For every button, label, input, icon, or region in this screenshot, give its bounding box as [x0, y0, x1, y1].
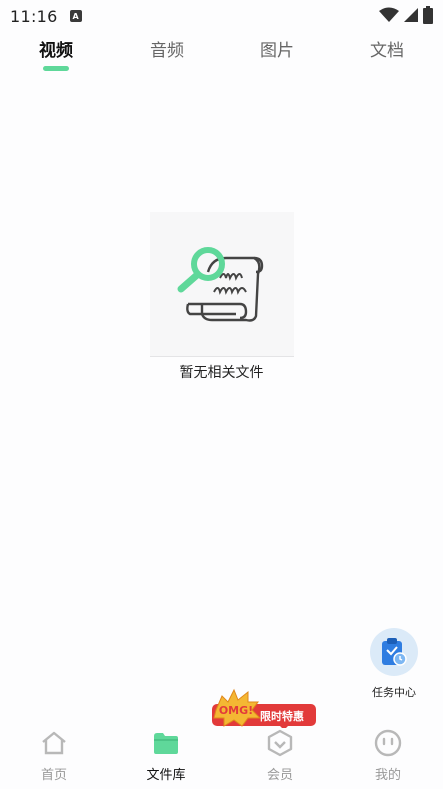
tab-image-label: 图片 [260, 41, 294, 61]
tab-document-label: 文档 [370, 41, 404, 61]
task-center-label: 任务中心 [372, 686, 416, 699]
notification-a-icon: A [69, 10, 82, 22]
nav-item-file-library[interactable]: 文件库 [126, 728, 206, 783]
tab-audio[interactable]: 音频 [137, 36, 197, 61]
promo-label: 限时特惠 [260, 710, 304, 723]
empty-state-message: 暂无相关文件 [179, 365, 264, 381]
nav-item-home[interactable]: 首页 [14, 728, 94, 783]
tab-audio-label: 音频 [150, 41, 184, 61]
status-indicators [379, 6, 433, 24]
status-time: 11:16 [10, 6, 58, 26]
tab-video-label: 视频 [39, 41, 73, 61]
nav-file-library-label: 文件库 [146, 768, 186, 783]
membership-icon [267, 729, 293, 757]
tab-video[interactable]: 视频 [26, 36, 86, 71]
nav-mine-label: 我的 [374, 768, 401, 783]
tab-image[interactable]: 图片 [247, 36, 307, 61]
task-center-button[interactable]: 任务中心 [368, 628, 420, 700]
nav-membership-label: 会员 [266, 768, 293, 783]
promo-badge[interactable]: OMG! 限时特惠 [212, 688, 318, 730]
profile-face-icon [374, 729, 402, 757]
tab-active-indicator [43, 66, 69, 71]
search-document-icon [177, 247, 264, 322]
nav-home-label: 首页 [40, 768, 67, 783]
media-type-tabs: 视频 音频 图片 文档 [0, 36, 443, 76]
bottom-nav: 首页 文件库 会员 我的 [0, 728, 443, 789]
clipboard-task-icon [382, 638, 407, 666]
tab-document[interactable]: 文档 [357, 36, 417, 61]
omg-burst-icon: OMG! [213, 688, 262, 727]
status-bar: 11:16 A [0, 0, 443, 32]
omg-burst-text: OMG! [219, 704, 253, 717]
nav-item-membership[interactable]: 会员 [240, 728, 320, 783]
empty-divider [150, 356, 294, 357]
nav-item-mine[interactable]: 我的 [348, 728, 428, 783]
task-center-circle [370, 628, 418, 676]
folder-icon [154, 733, 178, 754]
cell-signal-icon [404, 8, 418, 22]
empty-state-illustration [150, 212, 294, 356]
battery-icon [423, 6, 433, 24]
home-icon [42, 731, 66, 755]
wifi-icon [379, 7, 399, 22]
